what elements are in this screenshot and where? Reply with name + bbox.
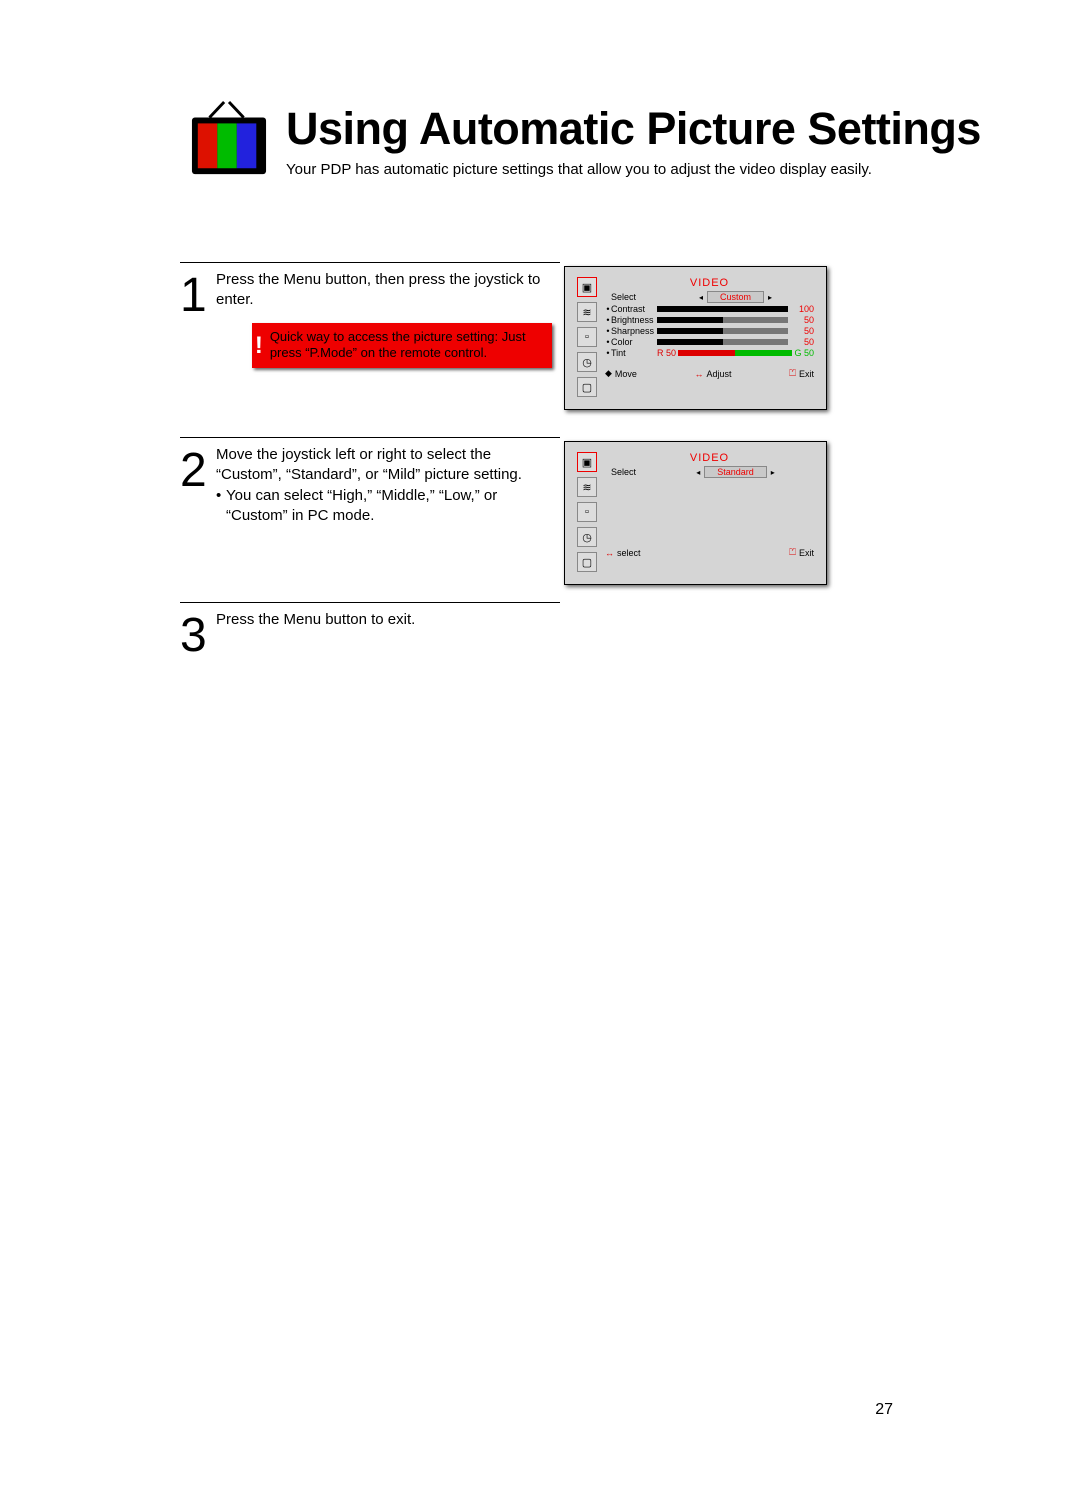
osd-tint-g: G 50 [794, 348, 814, 358]
osd-screenshot-1: ▣ ≋ ▫ ◷ ▢ VIDEO Select ◂Custom▸ [564, 266, 827, 410]
channel-tab-icon: ▫ [577, 502, 597, 522]
osd2-select-value: Standard [704, 466, 767, 478]
timer-tab-icon: ◷ [577, 352, 597, 372]
osd2-title: VIDEO [605, 452, 814, 464]
osd2-foot-exit: Exit [799, 548, 814, 558]
osd2-foot-select: select [617, 548, 641, 558]
osd-title: VIDEO [605, 277, 814, 289]
osd-foot-move: Move [615, 369, 637, 379]
osd-contrast-label: Contrast [611, 304, 657, 314]
step-3-number: 3 [180, 614, 212, 657]
osd-select-value: Custom [707, 291, 764, 303]
osd-color-label: Color [611, 337, 657, 347]
audio-tab-icon: ≋ [577, 477, 597, 497]
page-number: 27 [875, 1401, 893, 1419]
exclamation-icon: ! [252, 323, 266, 368]
osd-brightness-label: Brightness [611, 315, 657, 325]
step-2-number: 2 [180, 449, 212, 492]
osd-foot-exit: Exit [799, 369, 814, 379]
step-2-bullet: You can select “High,” “Middle,” “Low,” … [216, 486, 550, 525]
step-1-text: Press the Menu button, then press the jo… [216, 270, 550, 309]
channel-tab-icon: ▫ [577, 327, 597, 347]
step-3: 3 Press the Menu button to exit. [180, 602, 893, 657]
setup-tab-icon: ▢ [577, 552, 597, 572]
osd-color-value: 50 [792, 337, 814, 347]
page-header: Using Automatic Picture Settings Your PD… [190, 100, 893, 180]
tv-icon [190, 100, 268, 178]
step-1: 1 Press the Menu button, then press the … [180, 262, 893, 427]
osd-tint-label: Tint [611, 348, 657, 358]
step-1-number: 1 [180, 274, 212, 317]
osd-sidebar-icons: ▣ ≋ ▫ ◷ ▢ [577, 277, 599, 397]
steps-list: 1 Press the Menu button, then press the … [180, 262, 893, 667]
osd-brightness-value: 50 [792, 315, 814, 325]
setup-tab-icon: ▢ [577, 377, 597, 397]
osd-sharpness-label: Sharpness [611, 326, 657, 336]
video-tab-icon: ▣ [577, 452, 597, 472]
step-2-text: Move the joystick left or right to selec… [216, 445, 550, 484]
tip-box: ! Quick way to access the picture settin… [252, 323, 552, 368]
osd-tint-r: R 50 [657, 348, 676, 358]
timer-tab-icon: ◷ [577, 527, 597, 547]
osd-sidebar-icons-2: ▣ ≋ ▫ ◷ ▢ [577, 452, 599, 572]
step-3-text: Press the Menu button to exit. [216, 610, 550, 630]
page-intro: Your PDP has automatic picture settings … [286, 161, 893, 180]
osd2-select-label: Select [611, 467, 657, 477]
step-2: 2 Move the joystick left or right to sel… [180, 437, 893, 592]
osd-screenshot-2: ▣ ≋ ▫ ◷ ▢ VIDEO Select ◂Standard▸ [564, 441, 827, 585]
video-tab-icon: ▣ [577, 277, 597, 297]
osd-contrast-value: 100 [792, 304, 814, 314]
osd-sharpness-value: 50 [792, 326, 814, 336]
audio-tab-icon: ≋ [577, 302, 597, 322]
osd-field-select-label: Select [611, 292, 657, 302]
page-title: Using Automatic Picture Settings [286, 103, 893, 155]
tip-text: Quick way to access the picture setting:… [266, 323, 552, 368]
osd-foot-adjust: Adjust [707, 369, 732, 379]
